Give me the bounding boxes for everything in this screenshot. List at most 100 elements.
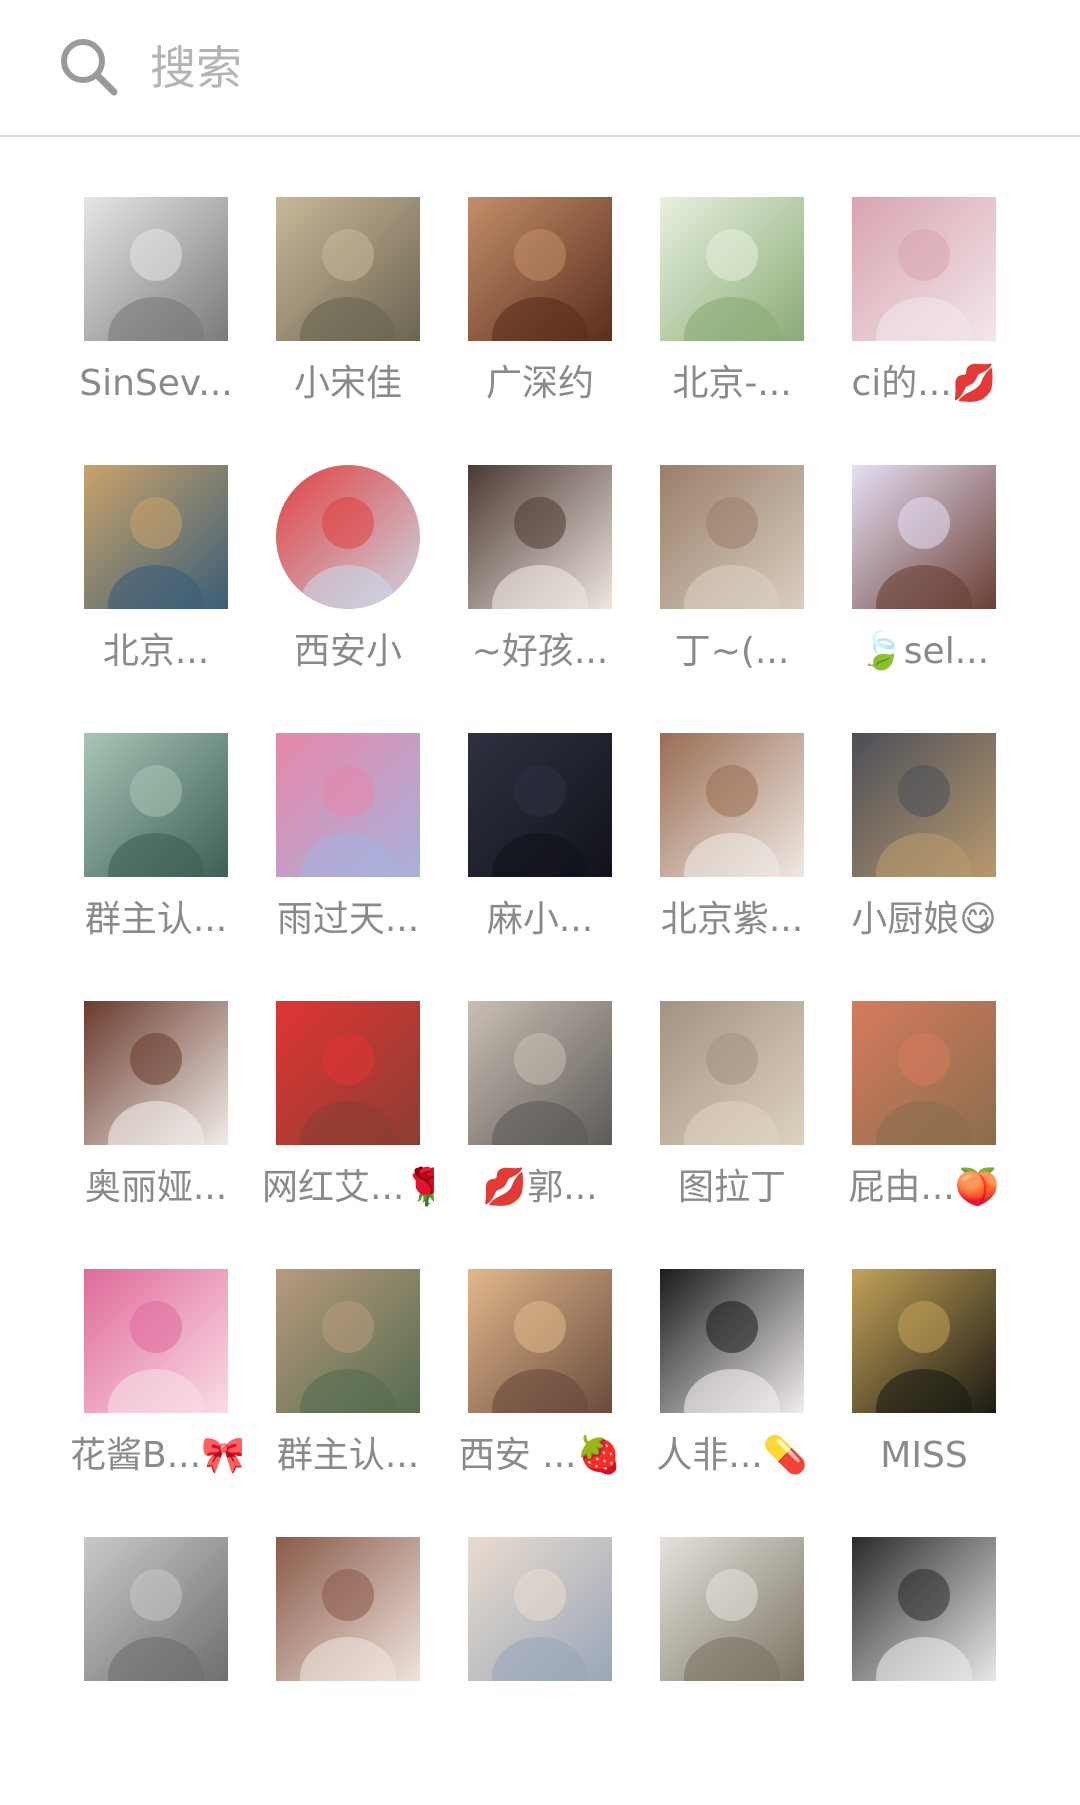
contact-name: 网红艾...🌹 <box>262 1167 434 1208</box>
contact-avatar[interactable] <box>84 1537 228 1681</box>
contact-avatar[interactable] <box>660 1001 804 1145</box>
contact-name: 群主认... <box>276 1435 420 1476</box>
contact-avatar[interactable] <box>84 1001 228 1145</box>
contact-item[interactable]: 奥丽娅... <box>84 1001 276 1269</box>
contact-avatar[interactable] <box>468 465 612 609</box>
contact-item[interactable]: 西安 ...🍓 <box>459 1269 660 1537</box>
contact-item[interactable]: 网红艾...🌹 <box>262 1001 468 1269</box>
contact-name: 丁~(... <box>674 631 790 672</box>
avatar-image <box>84 733 228 877</box>
avatar-image <box>468 733 612 877</box>
contact-item[interactable]: ci的...💋 <box>852 197 1044 465</box>
contact-avatar[interactable] <box>660 465 804 609</box>
avatar-image <box>852 465 996 609</box>
contact-name: 西安 ...🍓 <box>458 1435 622 1476</box>
contact-item[interactable]: 群主认... <box>276 1269 468 1537</box>
search-icon[interactable] <box>58 36 120 98</box>
contact-name: 图拉丁 <box>677 1167 786 1208</box>
contact-item[interactable]: 北京紫... <box>660 733 852 1001</box>
contact-avatar[interactable] <box>84 465 228 609</box>
contact-item[interactable]: 北京... <box>84 465 276 733</box>
contact-name: SinSev... <box>79 363 233 404</box>
contact-item[interactable]: 人非...💊 <box>656 1269 852 1537</box>
contact-item[interactable]: MISS <box>852 1269 1044 1537</box>
contact-item[interactable]: 小厨娘😋 <box>851 733 1044 1001</box>
avatar-image <box>468 1001 612 1145</box>
avatar-image <box>84 197 228 341</box>
contact-item[interactable]: 丁~(... <box>660 465 852 733</box>
contact-avatar[interactable] <box>276 1269 420 1413</box>
avatar-image <box>660 197 804 341</box>
avatar-image <box>276 465 420 609</box>
contact-avatar[interactable] <box>84 197 228 341</box>
avatar-image <box>852 1269 996 1413</box>
contact-item[interactable] <box>660 1537 852 1805</box>
contact-avatar[interactable] <box>852 1537 996 1681</box>
contact-avatar[interactable] <box>276 733 420 877</box>
contact-avatar[interactable] <box>84 733 228 877</box>
contact-avatar[interactable] <box>468 197 612 341</box>
contact-avatar[interactable] <box>468 1537 612 1681</box>
contact-item[interactable] <box>276 1537 468 1805</box>
contact-grid: SinSev... 小宋佳 广深约 北京-... ci的...💋 北京... 西安小 ~好孩.… <box>0 137 1080 1693</box>
contact-item[interactable]: 图拉丁 <box>660 1001 852 1269</box>
contact-item[interactable]: ~好孩... <box>468 465 660 733</box>
avatar-image <box>276 197 420 341</box>
contact-avatar[interactable] <box>468 1269 612 1413</box>
contact-item[interactable] <box>84 1537 276 1805</box>
contact-avatar[interactable] <box>852 1001 996 1145</box>
avatar-image <box>852 197 996 341</box>
contact-avatar[interactable] <box>468 733 612 877</box>
avatar-image <box>468 465 612 609</box>
contact-avatar[interactable] <box>84 1269 228 1413</box>
contact-name: ~好孩... <box>471 631 609 672</box>
contact-avatar[interactable] <box>276 1537 420 1681</box>
avatar-image <box>468 1537 612 1681</box>
contact-name: 北京-... <box>672 363 792 404</box>
contact-avatar[interactable] <box>852 197 996 341</box>
contact-avatar[interactable] <box>276 197 420 341</box>
contact-item[interactable]: 花酱B...🎀 <box>70 1269 276 1537</box>
search-placeholder[interactable]: 搜索 <box>150 38 242 98</box>
contact-name: 群主认... <box>84 899 228 940</box>
contact-avatar[interactable] <box>468 1001 612 1145</box>
contact-avatar[interactable] <box>660 197 804 341</box>
contact-item[interactable]: 小宋佳 <box>276 197 468 465</box>
contact-avatar[interactable] <box>660 1537 804 1681</box>
contact-name: MISS <box>880 1435 968 1476</box>
contact-item[interactable]: 广深约 <box>468 197 660 465</box>
contact-avatar[interactable] <box>852 465 996 609</box>
avatar-image <box>660 733 804 877</box>
contact-item[interactable] <box>468 1537 660 1805</box>
contact-name: 雨过天... <box>276 899 420 940</box>
contact-name: 奥丽娅... <box>84 1167 228 1208</box>
contact-item[interactable] <box>852 1537 1044 1805</box>
avatar-image <box>276 1269 420 1413</box>
contact-avatar[interactable] <box>852 1269 996 1413</box>
contact-avatar[interactable] <box>276 465 420 609</box>
avatar-image <box>660 1537 804 1681</box>
contact-item[interactable]: 北京-... <box>660 197 852 465</box>
avatar-image <box>660 465 804 609</box>
contact-item[interactable]: 💋郭... <box>468 1001 660 1269</box>
contact-name: 北京... <box>102 631 210 672</box>
avatar-image <box>84 1269 228 1413</box>
search-bar[interactable]: 搜索 <box>0 0 1080 137</box>
contact-item[interactable]: 🍃sel... <box>852 465 1044 733</box>
contact-name: ci的...💋 <box>851 363 997 404</box>
contact-item[interactable]: 屁由...🍑 <box>848 1001 1044 1269</box>
contact-name: 🍃sel... <box>858 631 990 672</box>
avatar-image <box>468 197 612 341</box>
contact-avatar[interactable] <box>852 733 996 877</box>
contact-avatar[interactable] <box>660 733 804 877</box>
contact-item[interactable]: SinSev... <box>79 197 276 465</box>
contact-avatar[interactable] <box>276 1001 420 1145</box>
contact-name: 屁由...🍑 <box>848 1167 1000 1208</box>
contact-item[interactable]: 雨过天... <box>276 733 468 1001</box>
contact-avatar[interactable] <box>660 1269 804 1413</box>
contact-item[interactable]: 麻小... <box>468 733 660 1001</box>
contact-item[interactable]: 西安小 <box>276 465 468 733</box>
contact-item[interactable]: 群主认... <box>84 733 276 1001</box>
avatar-image <box>84 1537 228 1681</box>
contact-name: 小宋佳 <box>293 363 402 404</box>
